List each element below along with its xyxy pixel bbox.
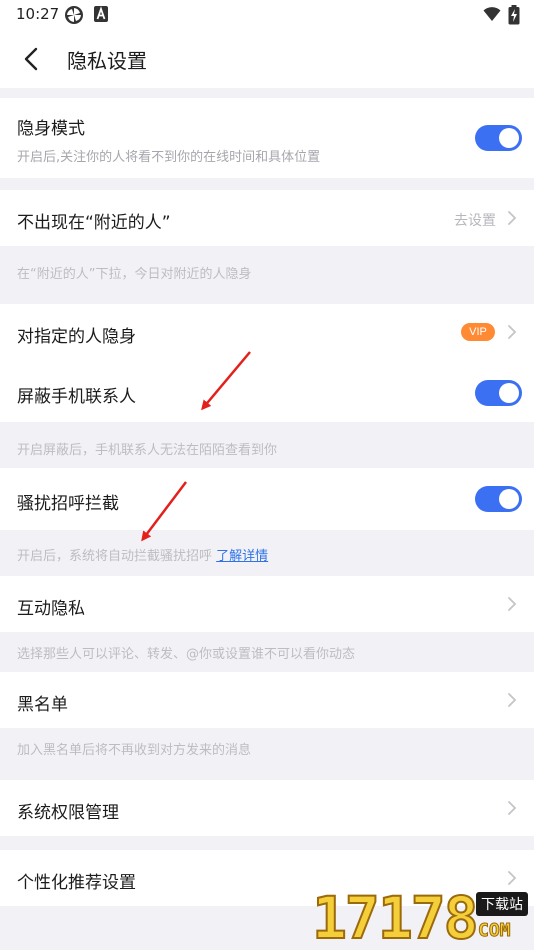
chevron-right-icon [508,325,517,339]
interaction-privacy-hint: 选择那些人可以评论、转发、@你或设置谁不可以看你动态 [17,647,356,662]
watermark-domain: COM [478,920,512,942]
status-bar: 10:27 [0,0,534,30]
battery-charging-icon [508,5,520,29]
invisible-mode-toggle[interactable] [475,125,522,151]
block-contacts-row: 屏蔽手机联系人 [0,362,534,422]
invisible-mode-label: 隐身模式 [17,119,85,139]
invisible-mode-row: 隐身模式 开启后,关注你的人将看不到你的在线时间和具体位置 [0,98,534,178]
nearby-label: 不出现在“附近的人” [17,213,171,233]
harassment-block-row: 骚扰招呼拦截 [0,468,534,530]
hide-from-specific-row[interactable]: 对指定的人隐身 VIP [0,304,534,360]
chevron-left-icon [24,47,38,71]
system-permissions-row[interactable]: 系统权限管理 [0,780,534,836]
blacklist-label: 黑名单 [17,695,68,715]
a-badge-icon [94,6,108,26]
invisible-mode-description: 开启后,关注你的人将看不到你的在线时间和具体位置 [17,150,321,165]
nearby-action: 去设置 [454,213,496,229]
personalized-recommendation-label: 个性化推荐设置 [17,873,136,893]
toggle-knob [499,128,519,148]
status-time: 10:27 [16,5,60,23]
harassment-block-hint: 开启后，系统将自动拦截骚扰招呼 了解详情 [17,545,268,564]
header: 隐私设置 [0,30,534,88]
page-title: 隐私设置 [67,49,147,73]
watermark-digits: 17178 [311,883,480,950]
vip-badge: VIP [461,323,495,341]
chevron-right-icon [508,693,517,707]
harassment-block-label: 骚扰招呼拦截 [17,494,119,514]
chevron-right-icon [508,801,517,815]
nearby-hint: 在“附近的人”下拉，今日对附近的人隐身 [17,267,252,282]
block-contacts-hint: 开启屏蔽后，手机联系人无法在陌陌查看到你 [17,443,278,458]
chevron-right-icon [508,211,517,225]
blacklist-row[interactable]: 黑名单 [0,672,534,728]
chevron-right-icon [508,597,517,611]
hide-from-specific-label: 对指定的人隐身 [17,327,136,347]
nearby-row[interactable]: 不出现在“附近的人” 去设置 [0,190,534,246]
pinwheel-icon [64,5,84,29]
wifi-icon [483,6,501,26]
system-permissions-label: 系统权限管理 [17,803,119,823]
block-contacts-toggle[interactable] [475,380,522,406]
toggle-knob [499,489,519,509]
visibility-group: 对指定的人隐身 VIP 屏蔽手机联系人 [0,304,534,422]
learn-more-link[interactable]: 了解详情 [216,549,268,564]
harassment-block-toggle[interactable] [475,486,522,512]
toggle-knob [499,383,519,403]
blacklist-hint: 加入黑名单后将不再收到对方发来的消息 [17,743,252,758]
harassment-block-hint-text: 开启后，系统将自动拦截骚扰招呼 [17,549,213,564]
interaction-privacy-label: 互动隐私 [17,599,85,619]
watermark-badge: 下载站 [476,892,528,916]
interaction-privacy-row[interactable]: 互动隐私 [0,576,534,632]
site-watermark: 17178 下载站 COM [311,880,534,950]
back-button[interactable] [14,42,48,76]
block-contacts-label: 屏蔽手机联系人 [17,387,136,407]
